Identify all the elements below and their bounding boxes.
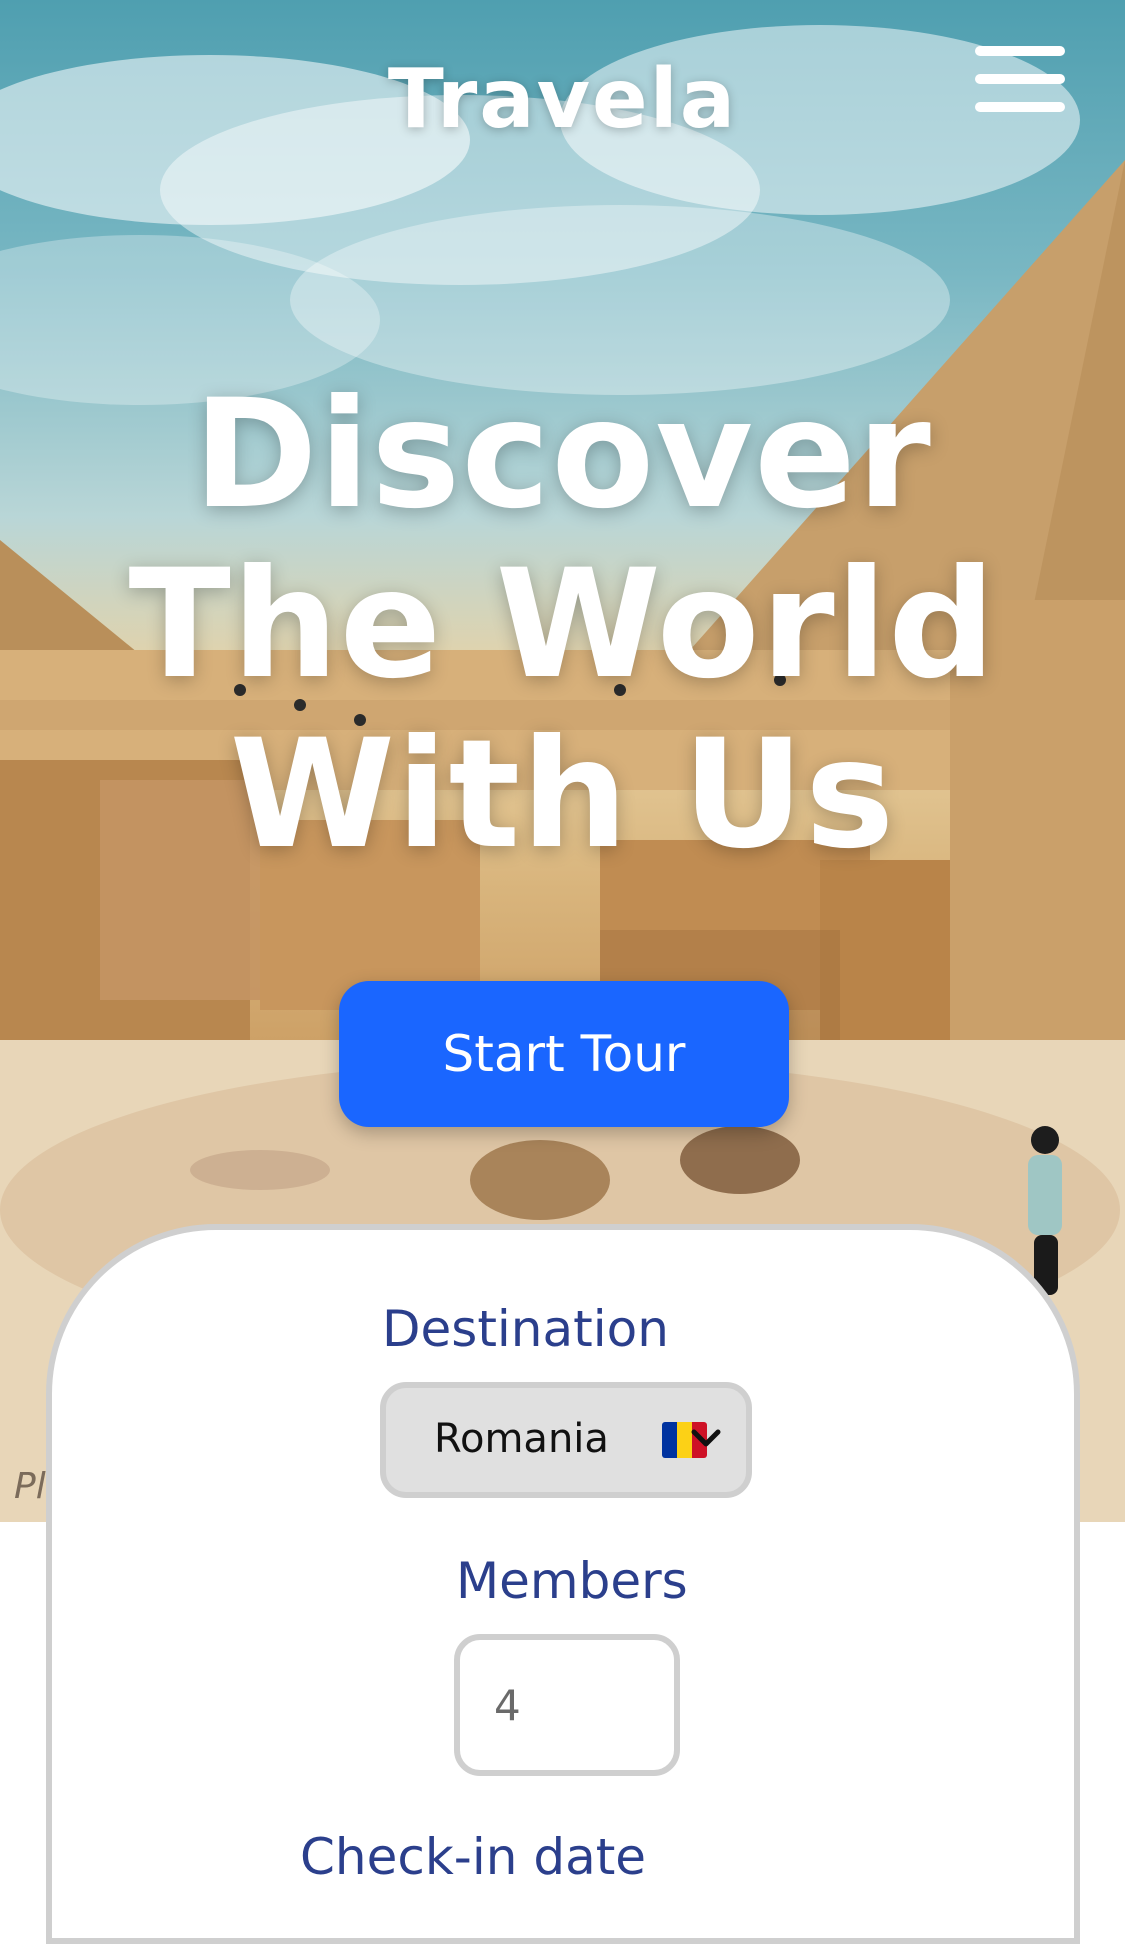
hero-headline: Discover The World With Us	[0, 370, 1125, 880]
headline-line-3: With Us	[229, 708, 896, 882]
start-tour-button[interactable]: Start Tour	[339, 981, 789, 1127]
destination-select[interactable]: Romania	[380, 1382, 752, 1498]
headline-line-2: The World	[128, 538, 997, 712]
booking-card: Destination Romania Members Check-in dat…	[46, 1224, 1080, 1944]
brand-logo[interactable]: Travela	[0, 52, 1125, 147]
members-label: Members	[456, 1552, 688, 1610]
menu-line	[975, 102, 1065, 112]
members-input[interactable]	[454, 1634, 680, 1776]
checkin-date-label: Check-in date	[300, 1828, 647, 1886]
menu-line	[975, 46, 1065, 56]
hamburger-menu-icon[interactable]	[975, 46, 1065, 112]
destination-value: Romania	[434, 1416, 609, 1462]
chevron-down-icon	[691, 1429, 721, 1447]
photo-credit: Pl	[14, 1466, 46, 1507]
destination-label: Destination	[382, 1300, 669, 1358]
headline-line-1: Discover	[193, 368, 932, 542]
menu-line	[975, 74, 1065, 84]
